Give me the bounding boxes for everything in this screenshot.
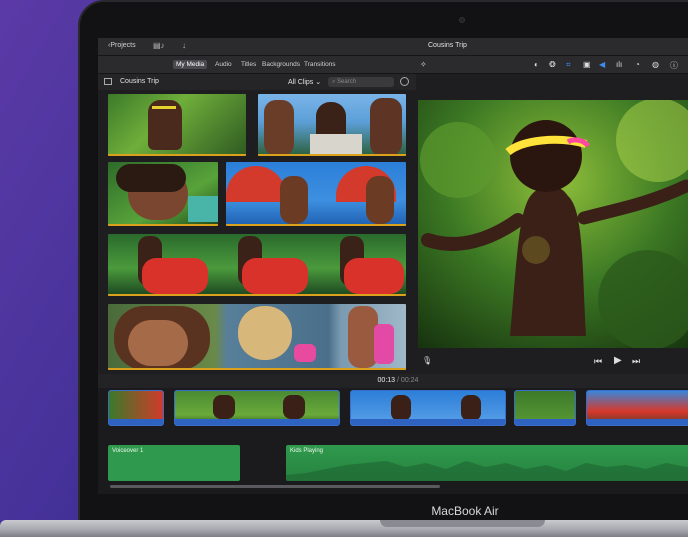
import-arrow-icon[interactable]: ↓ (182, 41, 186, 50)
magic-wand-icon[interactable]: ✧ (420, 60, 427, 69)
search-placeholder: Search (337, 79, 357, 85)
viewer-controls: 🎙 ⏮ ▶ ⏭ (416, 348, 688, 374)
stabilization-icon[interactable]: ▣ (583, 60, 591, 69)
voiceover-track[interactable]: Voiceover 1 (108, 445, 240, 481)
window-title: Cousins Trip (428, 42, 467, 49)
volume-icon[interactable]: ◀ (599, 60, 605, 69)
projects-label: Projects (110, 42, 136, 49)
timeline-clip[interactable] (350, 390, 506, 426)
tab-backgrounds[interactable]: Backgrounds (259, 60, 303, 69)
filter-icon[interactable]: ◍ (652, 60, 659, 69)
media-import-icon[interactable]: ▤♪ (153, 41, 165, 50)
timeline-scrollbar[interactable] (110, 485, 440, 488)
music-waveform (286, 461, 688, 481)
timecode-display: 00:13 / 00:24 (98, 374, 688, 388)
tab-my-media[interactable]: My Media (173, 60, 208, 69)
skip-back-button[interactable]: ⏮ (594, 356, 602, 367)
timeline[interactable]: Voiceover 1 Kids Playing (98, 388, 688, 494)
clips-filter-dropdown[interactable]: All Clips ⌄ (288, 78, 321, 86)
equalizer-icon[interactable]: ılı (616, 60, 622, 69)
timeline-clip[interactable] (586, 390, 688, 426)
color-balance-icon[interactable]: ◐ (534, 60, 539, 69)
media-clip[interactable] (258, 94, 406, 156)
viewer-frame (418, 100, 688, 364)
current-time: 00:13 (377, 377, 396, 384)
library-bar: Cousins Trip All Clips ⌄ ⌕ Search (98, 74, 416, 90)
media-tabs: My Media Audio Titles Backgrounds Transi… (98, 56, 416, 74)
speed-icon[interactable]: ◔ (635, 60, 640, 69)
media-clip[interactable] (108, 94, 246, 156)
adjustment-toolbar: ✧ ◐ ❂ ⌗ ▣ ◀ ılı ◔ ◍ ⓘ (416, 56, 688, 74)
total-time: 00:24 (400, 377, 419, 384)
crop-icon[interactable]: ⌗ (566, 60, 571, 70)
imovie-window: ‹Projects ▤♪ ↓ Cousins Trip My Media Aud… (98, 38, 688, 494)
play-button[interactable]: ▶ (614, 355, 622, 366)
color-correction-icon[interactable]: ❂ (549, 60, 556, 69)
clips-filter-label: All Clips (288, 79, 314, 86)
camera-dot (459, 17, 465, 23)
time-separator: / (397, 377, 399, 384)
top-toolbar: ‹Projects ▤♪ ↓ Cousins Trip (98, 38, 688, 56)
search-field[interactable]: ⌕ Search (328, 77, 394, 87)
laptop-notch (380, 520, 545, 527)
tab-titles[interactable]: Titles (238, 60, 259, 69)
media-clip[interactable] (108, 234, 406, 296)
voiceover-label: Voiceover 1 (112, 448, 144, 454)
music-track[interactable]: Kids Playing (286, 445, 688, 481)
timeline-clip[interactable] (174, 390, 340, 426)
media-clip[interactable] (108, 162, 218, 226)
timeline-clip[interactable] (108, 390, 164, 426)
microphone-icon[interactable]: 🎙 (422, 356, 432, 365)
tab-transitions[interactable]: Transitions (301, 60, 339, 69)
device-label: MacBook Air (431, 504, 499, 518)
video-viewer[interactable] (418, 100, 688, 364)
media-clip[interactable] (108, 304, 406, 370)
skip-forward-button[interactable]: ⏭ (632, 356, 640, 367)
laptop-base (0, 520, 688, 537)
music-label: Kids Playing (290, 448, 324, 454)
info-icon[interactable]: ⓘ (670, 60, 678, 71)
media-browser (98, 90, 416, 374)
projects-button[interactable]: ‹Projects (108, 42, 136, 49)
media-clip[interactable] (226, 162, 406, 226)
library-title: Cousins Trip (120, 78, 159, 85)
tab-audio[interactable]: Audio (212, 60, 235, 69)
settings-icon[interactable] (400, 77, 409, 86)
timeline-clip[interactable] (514, 390, 576, 426)
sidebar-toggle-icon[interactable] (104, 78, 112, 85)
